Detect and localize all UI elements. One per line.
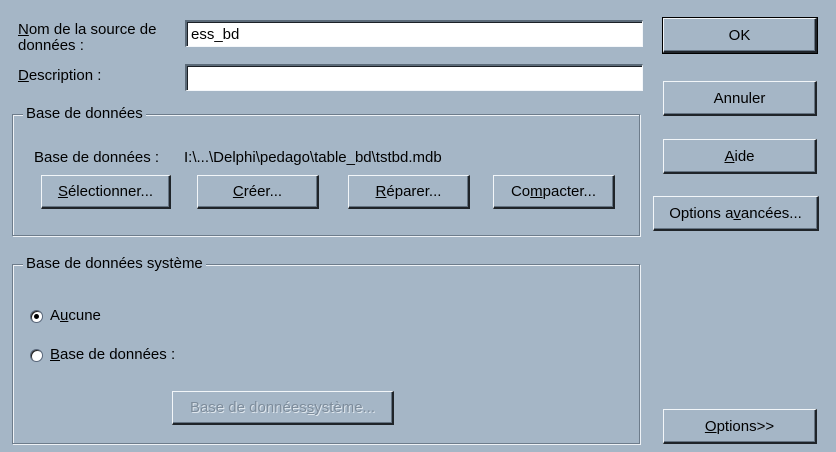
repair-button[interactable]: Réparer...: [348, 175, 470, 209]
database-group-title: Base de données: [23, 106, 146, 122]
radio-database-label[interactable]: Base de données :: [50, 347, 175, 363]
database-path-label: Base de données :: [34, 149, 160, 166]
system-database-button-label: ystème...: [314, 399, 376, 416]
create-button-label: réer...: [243, 183, 283, 200]
radio-none-label[interactable]: Aucune: [50, 308, 101, 324]
system-database-button-label-pre: Base de données: [189, 399, 307, 416]
compact-button-mnemonic: m: [530, 183, 543, 200]
radio-none[interactable]: Aucune: [30, 308, 101, 324]
radio-database[interactable]: Base de données :: [30, 347, 175, 363]
advanced-options-label: ancées...: [740, 204, 802, 222]
help-button[interactable]: Aide: [663, 139, 817, 174]
cancel-button-label: Annuler: [713, 89, 766, 107]
options-button-mnemonic: O: [704, 417, 717, 435]
system-database-group-title: Base de données système: [23, 256, 206, 272]
dsn-label: Nom de la source de données :: [18, 22, 156, 54]
dsn-label-text: om de la source de: [28, 21, 157, 38]
dsn-label-line2: données :: [18, 37, 84, 54]
select-button-mnemonic: S: [57, 183, 68, 200]
description-label-text: escription :: [28, 67, 102, 84]
advanced-options-label-pre: Options a: [669, 204, 734, 222]
select-button-label: électionner...: [67, 183, 154, 200]
ok-button[interactable]: OK: [662, 17, 818, 54]
compact-button[interactable]: Co m pacter...: [493, 175, 615, 209]
repair-button-mnemonic: R: [375, 183, 387, 200]
options-button-label: ptions>>: [716, 417, 775, 435]
description-input[interactable]: [185, 64, 643, 91]
database-path-value: I:\...\Delphi\pedago\table_bd\tstbd.mdb: [184, 149, 442, 166]
help-button-label: ide: [734, 147, 755, 165]
radio-database-circle[interactable]: [30, 348, 43, 362]
advanced-options-mnemonic: v: [733, 204, 741, 222]
compact-button-label: pacter...: [542, 183, 597, 200]
radio-none-label-rest: cune: [68, 307, 101, 324]
compact-button-label-pre: Co: [510, 183, 531, 200]
radio-selected-dot: [34, 313, 39, 319]
cancel-button[interactable]: Annuler: [663, 81, 817, 116]
radio-none-circle[interactable]: [30, 309, 43, 323]
radio-database-mnemonic: B: [50, 346, 61, 363]
system-database-button[interactable]: Base de données s ystème...: [172, 391, 394, 425]
ok-button-label: OK: [728, 26, 751, 44]
create-button[interactable]: Créer...: [197, 175, 319, 209]
system-database-button-mnemonic: s: [306, 399, 315, 416]
help-button-mnemonic: A: [724, 147, 735, 165]
description-label-mnemonic: D: [18, 67, 29, 84]
description-label: Description :: [18, 68, 101, 84]
options-button[interactable]: Options>>: [663, 409, 817, 444]
repair-button-label: éparer...: [386, 183, 442, 200]
dsn-label-mnemonic: N: [18, 21, 29, 38]
select-button[interactable]: Sélectionner...: [41, 175, 171, 209]
advanced-options-button[interactable]: Options a v ancées...: [653, 196, 819, 231]
create-button-mnemonic: C: [232, 183, 244, 200]
radio-database-label-rest: ase de données :: [60, 346, 176, 363]
dsn-input[interactable]: [185, 20, 643, 47]
radio-none-label-pre: A: [50, 307, 61, 324]
